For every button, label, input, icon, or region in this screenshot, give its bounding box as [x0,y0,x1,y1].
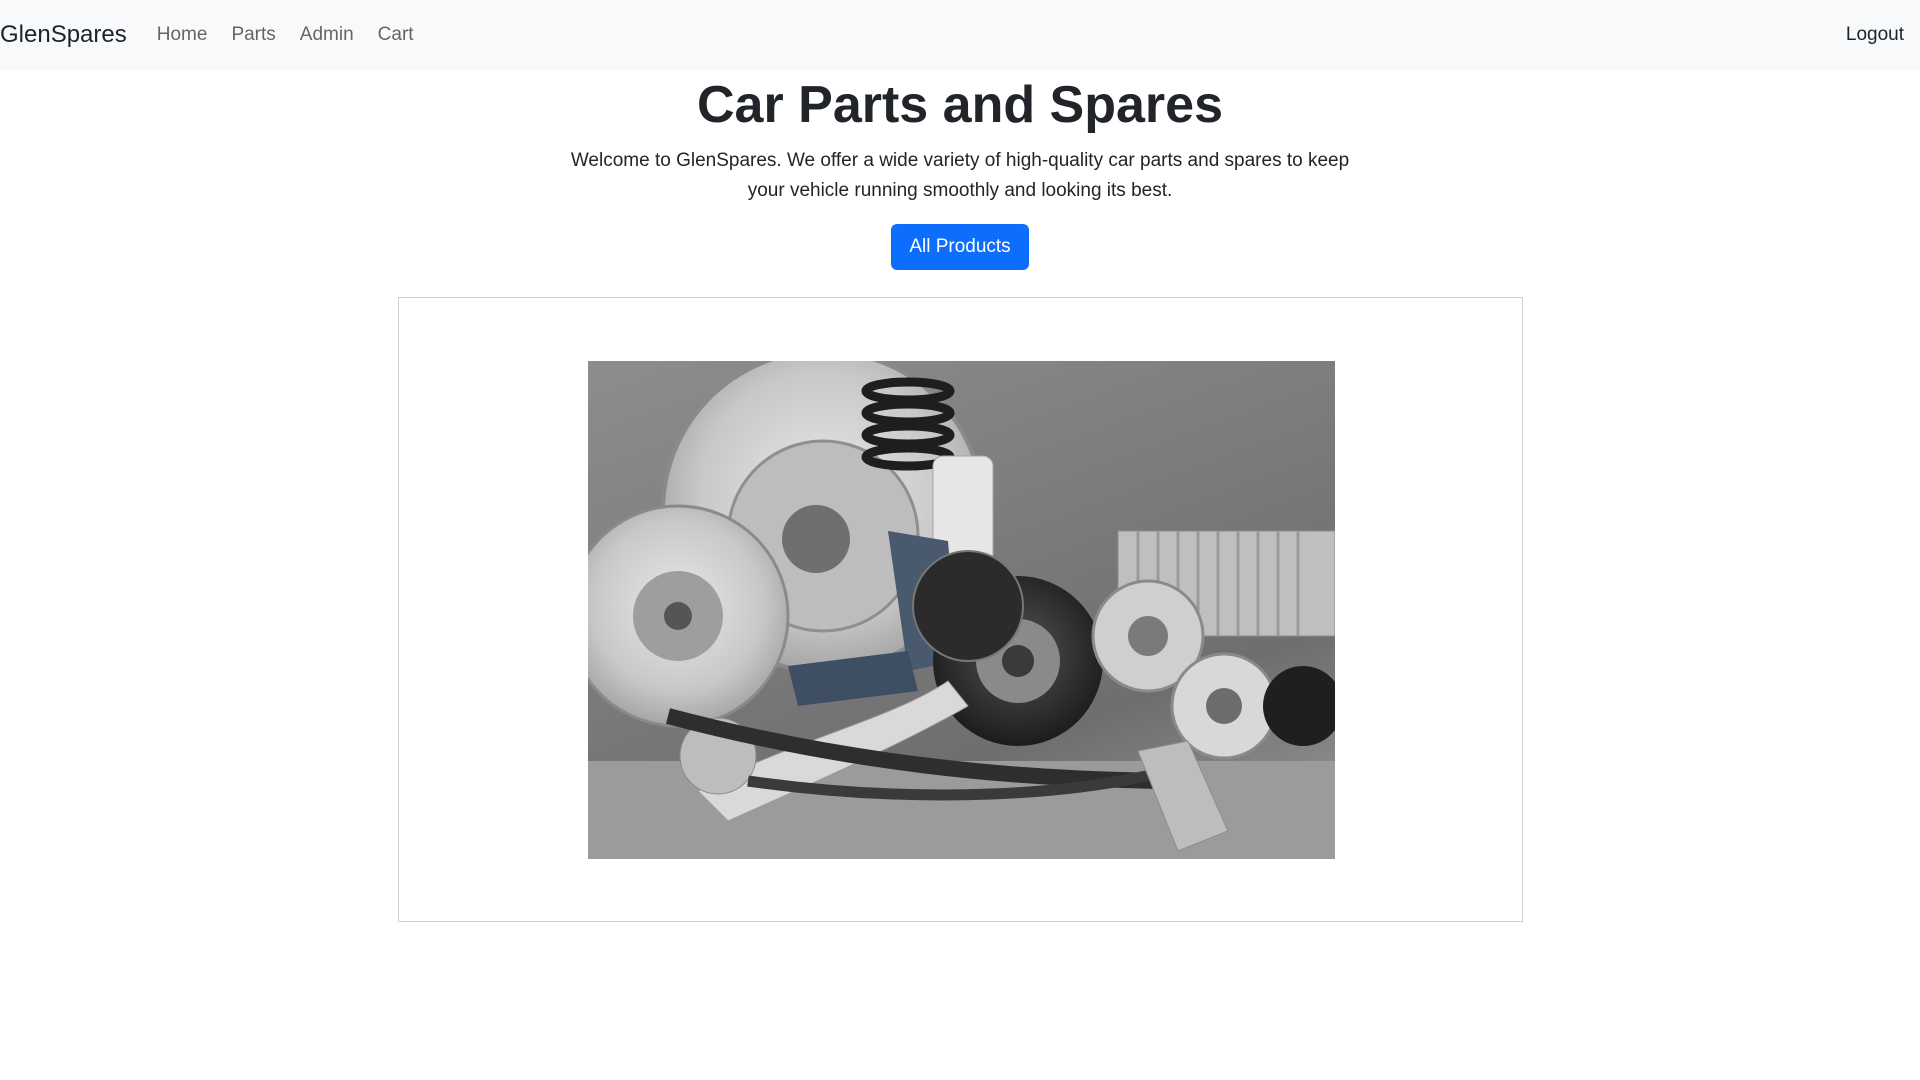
welcome-text: Welcome to GlenSpares. We offer a wide v… [570,150,1350,202]
brand-link[interactable]: GlenSpares [0,0,127,70]
logout-link[interactable]: Logout [1846,0,1904,70]
nav-parts-link[interactable]: Parts [221,0,285,70]
nav-home-link[interactable]: Home [147,0,218,70]
car-parts-photo [588,361,1335,859]
nav-cart-link[interactable]: Cart [368,0,424,70]
nav-admin-link[interactable]: Admin [290,0,364,70]
hero-section: Car Parts and Spares Welcome to GlenSpar… [0,70,1920,271]
hero-image-card [398,297,1523,922]
top-navbar: GlenSpares Home Parts Admin Cart Logout [0,0,1920,70]
nav-links: Home Parts Admin Cart [147,0,424,70]
page-title: Car Parts and Spares [696,76,1224,134]
all-products-button[interactable]: All Products [891,224,1029,271]
